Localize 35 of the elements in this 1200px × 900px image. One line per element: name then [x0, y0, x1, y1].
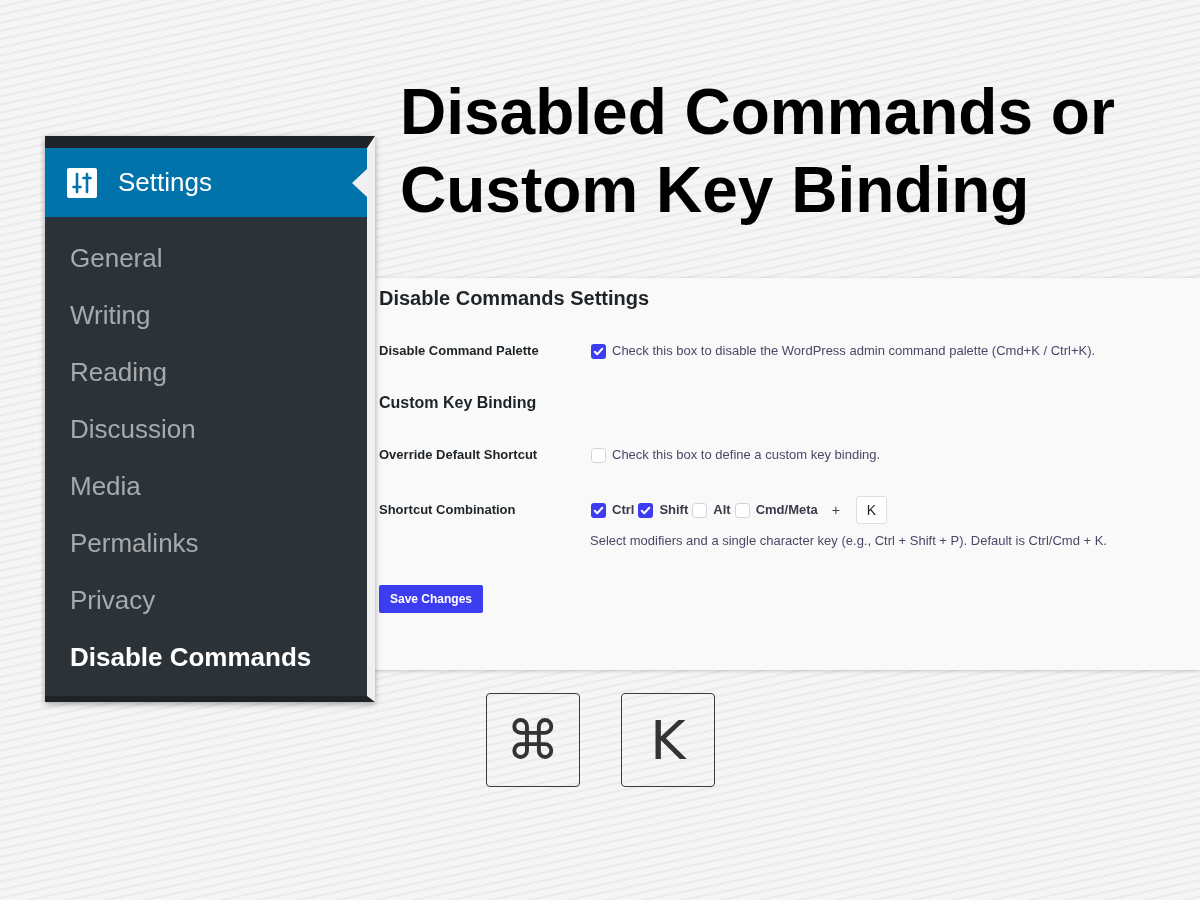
field-description: Check this box to disable the WordPress admin command palette (Cmd+K / Ctrl+K).	[612, 342, 1096, 361]
checkbox-label: Alt	[713, 501, 731, 520]
panel-title: Disable Commands Settings	[379, 286, 650, 311]
submenu-item[interactable]: Privacy	[45, 572, 367, 629]
checkbox[interactable]	[591, 447, 606, 463]
submenu-item[interactable]: Discussion	[45, 401, 367, 458]
checkbox[interactable]	[591, 502, 606, 518]
checkbox-label: Cmd/Meta	[755, 501, 818, 520]
submenu-item[interactable]: Permalinks	[45, 515, 367, 572]
field-description: Check this box to define a custom key binding.	[612, 446, 881, 465]
submenu-item[interactable]: Writing	[45, 287, 367, 344]
checkbox[interactable]	[591, 343, 606, 359]
help-text: Select modifiers and a single character key (e.g., Ctrl + Shift + P). Default is Ctrl/Cmd + K.	[590, 532, 1108, 550]
settings-sliders-icon	[67, 167, 97, 198]
key-input-field[interactable]: K	[855, 496, 887, 524]
submenu-item[interactable]: Disable Commands	[45, 629, 367, 686]
plus-sign: +	[831, 500, 840, 520]
checkbox-label: Shift	[659, 501, 689, 520]
checkbox[interactable]	[692, 502, 708, 518]
checkbox[interactable]	[638, 502, 654, 518]
submenu-item[interactable]: General	[45, 230, 367, 287]
field-label: Shortcut Combination	[379, 501, 517, 519]
checkbox-label: Ctrl	[612, 501, 635, 520]
field-label: Override Default Shortcut	[379, 446, 539, 465]
submenu-item[interactable]: Reading	[45, 344, 367, 401]
save-button[interactable]: Save Changes	[379, 585, 484, 613]
section-heading: Custom Key Binding	[379, 393, 537, 413]
field-label: Disable Command Palette	[379, 342, 540, 361]
submenu-item[interactable]: Media	[45, 458, 367, 515]
checkbox[interactable]	[734, 502, 750, 518]
headline: Disabled Commands or Custom Key Binding	[400, 75, 1116, 228]
keycap: K	[621, 693, 715, 787]
settings-menu-item[interactable]: Settings	[45, 148, 367, 217]
current-menu-pointer-icon	[352, 169, 367, 197]
keycap: ⌘	[486, 693, 580, 787]
